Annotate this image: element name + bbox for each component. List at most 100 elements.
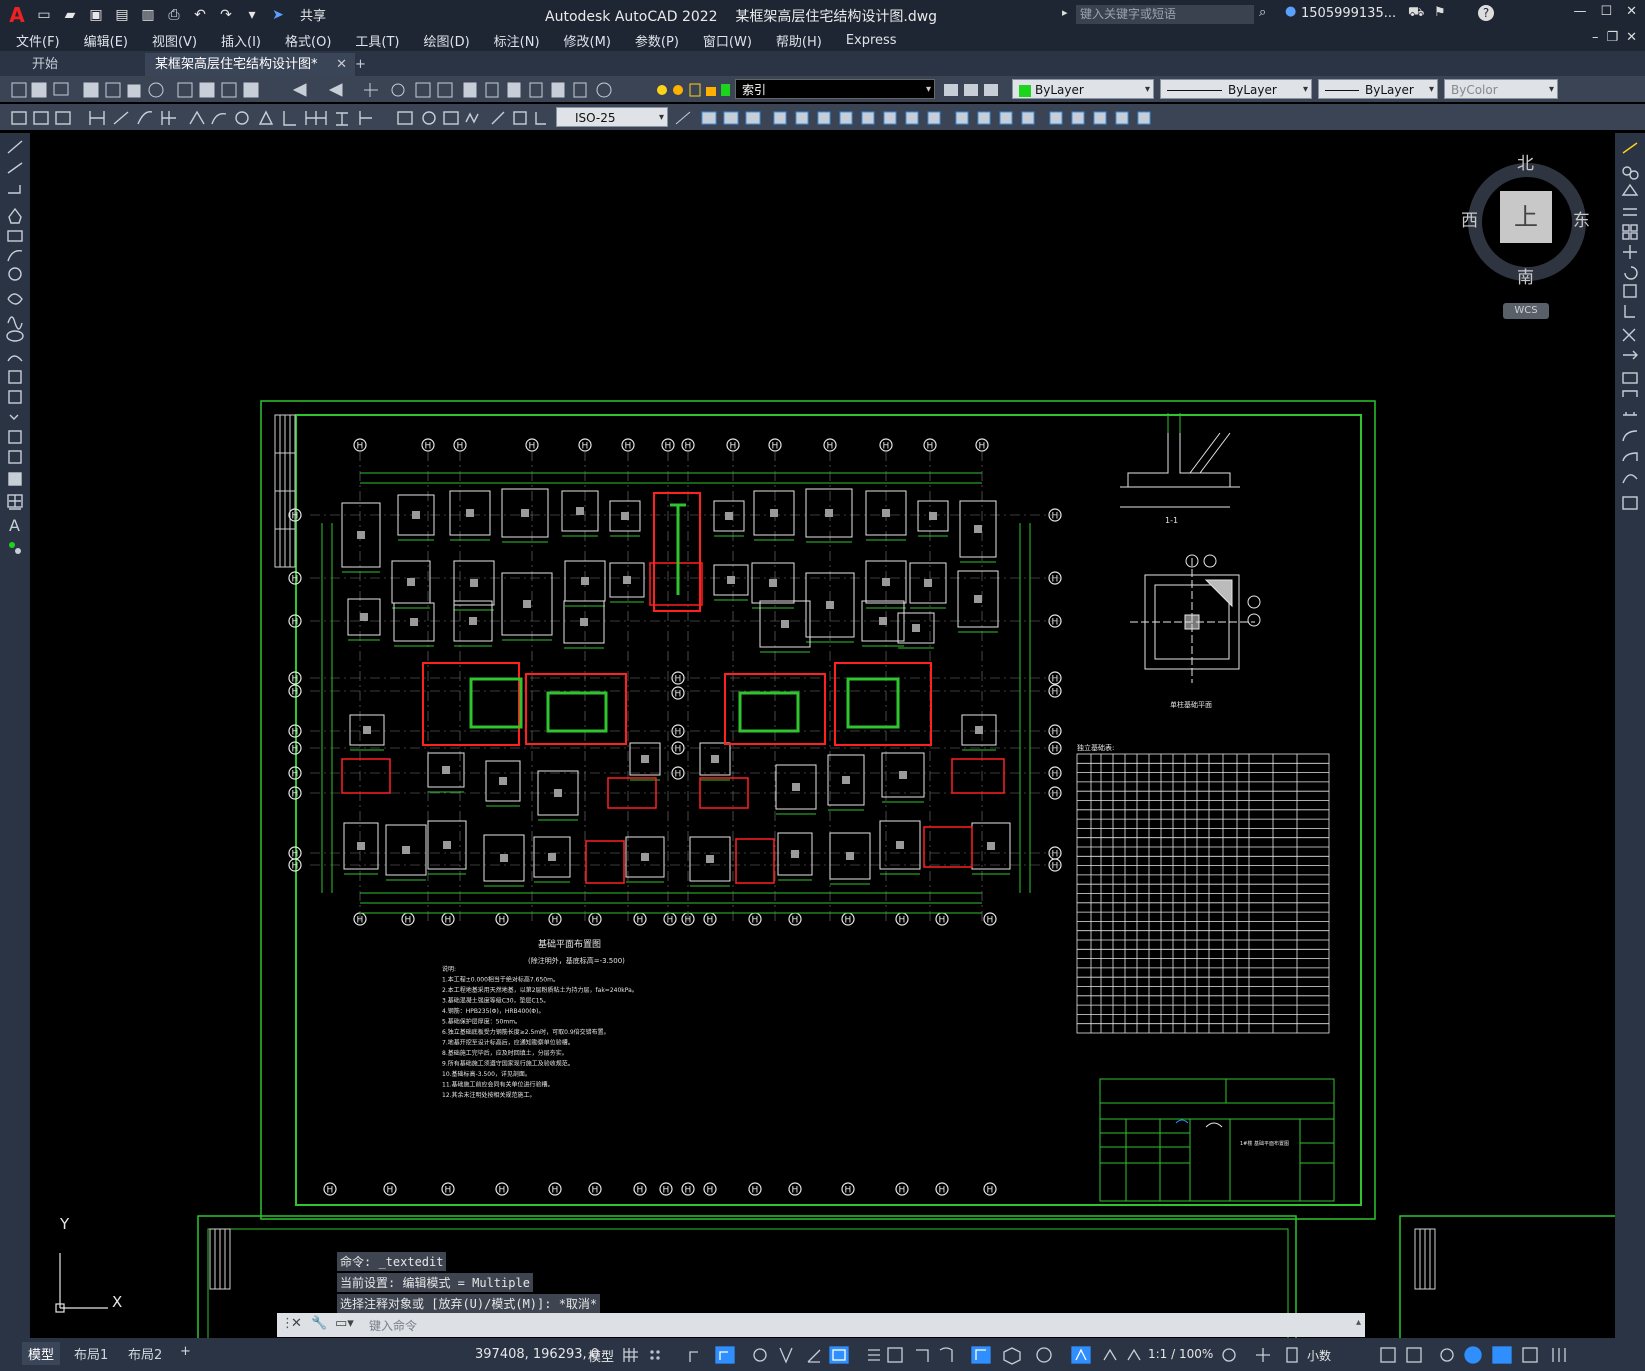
close-icon[interactable]: ✕ <box>1626 4 1637 19</box>
drawing-canvas[interactable]: HHHHHHHHHHHHHH HHHHHHHHHHHHHHHH HHHHHHHH… <box>30 133 1615 1338</box>
ucs-y-label: Y <box>60 1215 70 1233</box>
axis-bubble-label: H <box>685 1186 692 1196</box>
command-history-line: 选择注释对象或 [放弃(U)/模式(M)]: *取消* <box>337 1294 601 1313</box>
lineweight-dropdown[interactable]: ByLayer ▾ <box>1318 79 1438 99</box>
menu-express[interactable]: Express <box>846 33 897 48</box>
menu-draw[interactable]: 绘图(D) <box>424 31 470 50</box>
add-layout-button[interactable]: + <box>180 1344 191 1359</box>
tab-model[interactable]: 模型 <box>22 1342 61 1365</box>
search-input[interactable]: 键入关键字或短语 <box>1076 5 1254 24</box>
drafting-aids-icons[interactable] <box>620 1344 1200 1366</box>
column <box>621 512 629 520</box>
layer-state-icons[interactable] <box>654 79 730 101</box>
menu-insert[interactable]: 插入(I) <box>221 31 261 50</box>
compass-south[interactable]: 南 <box>1517 263 1534 288</box>
axis-bubble-label: H <box>752 916 759 926</box>
model-space-button[interactable]: 模型 <box>588 1346 614 1365</box>
menu-edit[interactable]: 编辑(E) <box>84 31 128 50</box>
help-icon[interactable]: ? <box>1478 5 1494 21</box>
app-logo-icon[interactable]: A <box>6 3 28 27</box>
column <box>882 578 890 586</box>
doc-minimize-icon[interactable]: – <box>1592 30 1599 45</box>
command-input[interactable]: 键入命令 <box>369 1317 417 1334</box>
doc-close-icon[interactable]: ✕ <box>1626 30 1637 45</box>
tab-layout2[interactable]: 布局2 <box>128 1344 162 1363</box>
units-display[interactable]: 小数 <box>1307 1347 1331 1364</box>
compass-west[interactable]: 西 <box>1461 206 1478 231</box>
compass-north[interactable]: 北 <box>1517 149 1534 174</box>
modify-tool-icons[interactable] <box>672 107 1162 129</box>
expand-arrow-icon[interactable]: ▸ <box>1062 6 1068 19</box>
column <box>443 841 451 849</box>
command-customize-icon[interactable]: 🔧 <box>311 1316 327 1331</box>
user-account[interactable]: 1505999135... <box>1301 6 1396 21</box>
doc-restore-icon[interactable]: ❐ <box>1606 30 1618 45</box>
customize-quick-access-icon[interactable]: ▾ <box>242 5 262 25</box>
open-folder-icon[interactable]: ▰ <box>60 5 80 25</box>
search-icon[interactable]: ⌕ <box>1259 5 1266 20</box>
linetype-dropdown[interactable]: ByLayer ▾ <box>1160 79 1312 99</box>
command-expand-icon[interactable]: ▴ <box>1356 1317 1361 1328</box>
undo-icon[interactable]: ↶ <box>190 5 210 25</box>
axis-bubble-label: H <box>637 1186 644 1196</box>
standard-toolbar-icons[interactable] <box>6 79 666 101</box>
tab-start[interactable]: 开始 <box>22 53 68 76</box>
draw-tool-icons[interactable]: A <box>0 133 30 583</box>
status-tray-icons[interactable] <box>1375 1344 1643 1366</box>
dimension-tool-icons[interactable] <box>6 107 551 129</box>
axis-bubble-label: H <box>499 916 506 926</box>
recent-commands-icon[interactable]: ▭▾ <box>335 1316 354 1331</box>
command-close-icon[interactable]: ✕ <box>291 1316 302 1331</box>
layer-tools-icons[interactable] <box>940 79 1006 101</box>
annotation-scale[interactable]: 1:1 / 100% <box>1148 1347 1213 1361</box>
wcs-menu[interactable]: WCS <box>1503 303 1549 319</box>
menu-dimension[interactable]: 标注(N) <box>494 31 540 50</box>
single-footing-detail <box>1130 554 1261 683</box>
share-button[interactable]: 共享 <box>300 5 326 24</box>
menu-window[interactable]: 窗口(W) <box>703 31 752 50</box>
color-dropdown[interactable]: ByLayer ▾ <box>1012 79 1154 99</box>
linetype-sample <box>1167 90 1222 91</box>
tab-layout1[interactable]: 布局1 <box>74 1344 108 1363</box>
autodesk-a360-icon[interactable]: ⚑ <box>1434 5 1446 20</box>
menu-parametric[interactable]: 参数(P) <box>635 31 679 50</box>
save-icon[interactable]: ▣ <box>86 5 106 25</box>
cart-icon[interactable]: ⛟ <box>1408 5 1424 22</box>
axis-bubble-label: H <box>987 1186 994 1196</box>
menu-file[interactable]: 文件(F) <box>16 31 60 50</box>
redo-icon[interactable]: ↷ <box>216 5 236 25</box>
command-line[interactable]: ⋮ ✕ 🔧 ▭▾ 键入命令 ▴ <box>277 1313 1365 1337</box>
right-sheet-frame <box>1399 1215 1615 1338</box>
design-note-line: 4.钢筋：HPB235(Φ)，HRB400(Φ)。 <box>442 1007 544 1015</box>
dimstyle-dropdown[interactable]: ISO-25 ▾ <box>556 107 668 127</box>
design-note-line: 2.本工程地基采用天然地基，以第2层粉质粘土为持力层，fak=240kPa。 <box>442 986 638 994</box>
cursor-coordinates[interactable]: 397408, 196293, 0 <box>475 1347 599 1362</box>
save-as-icon[interactable]: ▤ <box>112 5 132 25</box>
axis-bubble-label: H <box>665 442 672 452</box>
tab-document[interactable]: 某框架高层住宅结构设计图* ✕ <box>145 53 355 76</box>
menu-tools[interactable]: 工具(T) <box>355 31 399 50</box>
new-file-icon[interactable]: ▭ <box>34 5 54 25</box>
menu-view[interactable]: 视图(V) <box>152 31 197 50</box>
viewcube-top-face[interactable]: 上 <box>1500 191 1552 243</box>
menu-help[interactable]: 帮助(H) <box>776 31 822 50</box>
menu-modify[interactable]: 修改(M) <box>564 31 611 50</box>
menu-format[interactable]: 格式(O) <box>285 31 331 50</box>
core-footings <box>341 492 1005 884</box>
workspace-icons[interactable] <box>1215 1344 1355 1366</box>
compass-east[interactable]: 东 <box>1573 206 1590 231</box>
layer-dropdown[interactable]: 索引 ▾ <box>735 79 935 99</box>
new-tab-button[interactable]: + <box>345 53 376 76</box>
column <box>769 579 777 587</box>
plot-icon[interactable]: ⎙ <box>164 5 184 25</box>
plotstyle-dropdown[interactable]: ByColor ▾ <box>1444 79 1558 99</box>
column <box>899 771 907 779</box>
modify-tool-icons-right[interactable] <box>1615 133 1645 533</box>
web-save-icon[interactable]: ▥ <box>138 5 158 25</box>
status-bar: 模型 布局1 布局2 + 397408, 196293, 0 模型 1:1 / … <box>0 1338 1645 1371</box>
minimize-icon[interactable]: — <box>1573 4 1586 19</box>
axis-bubble-label: H <box>582 442 589 452</box>
maximize-icon[interactable]: ☐ <box>1600 4 1612 19</box>
column <box>500 854 508 862</box>
column <box>706 855 714 863</box>
